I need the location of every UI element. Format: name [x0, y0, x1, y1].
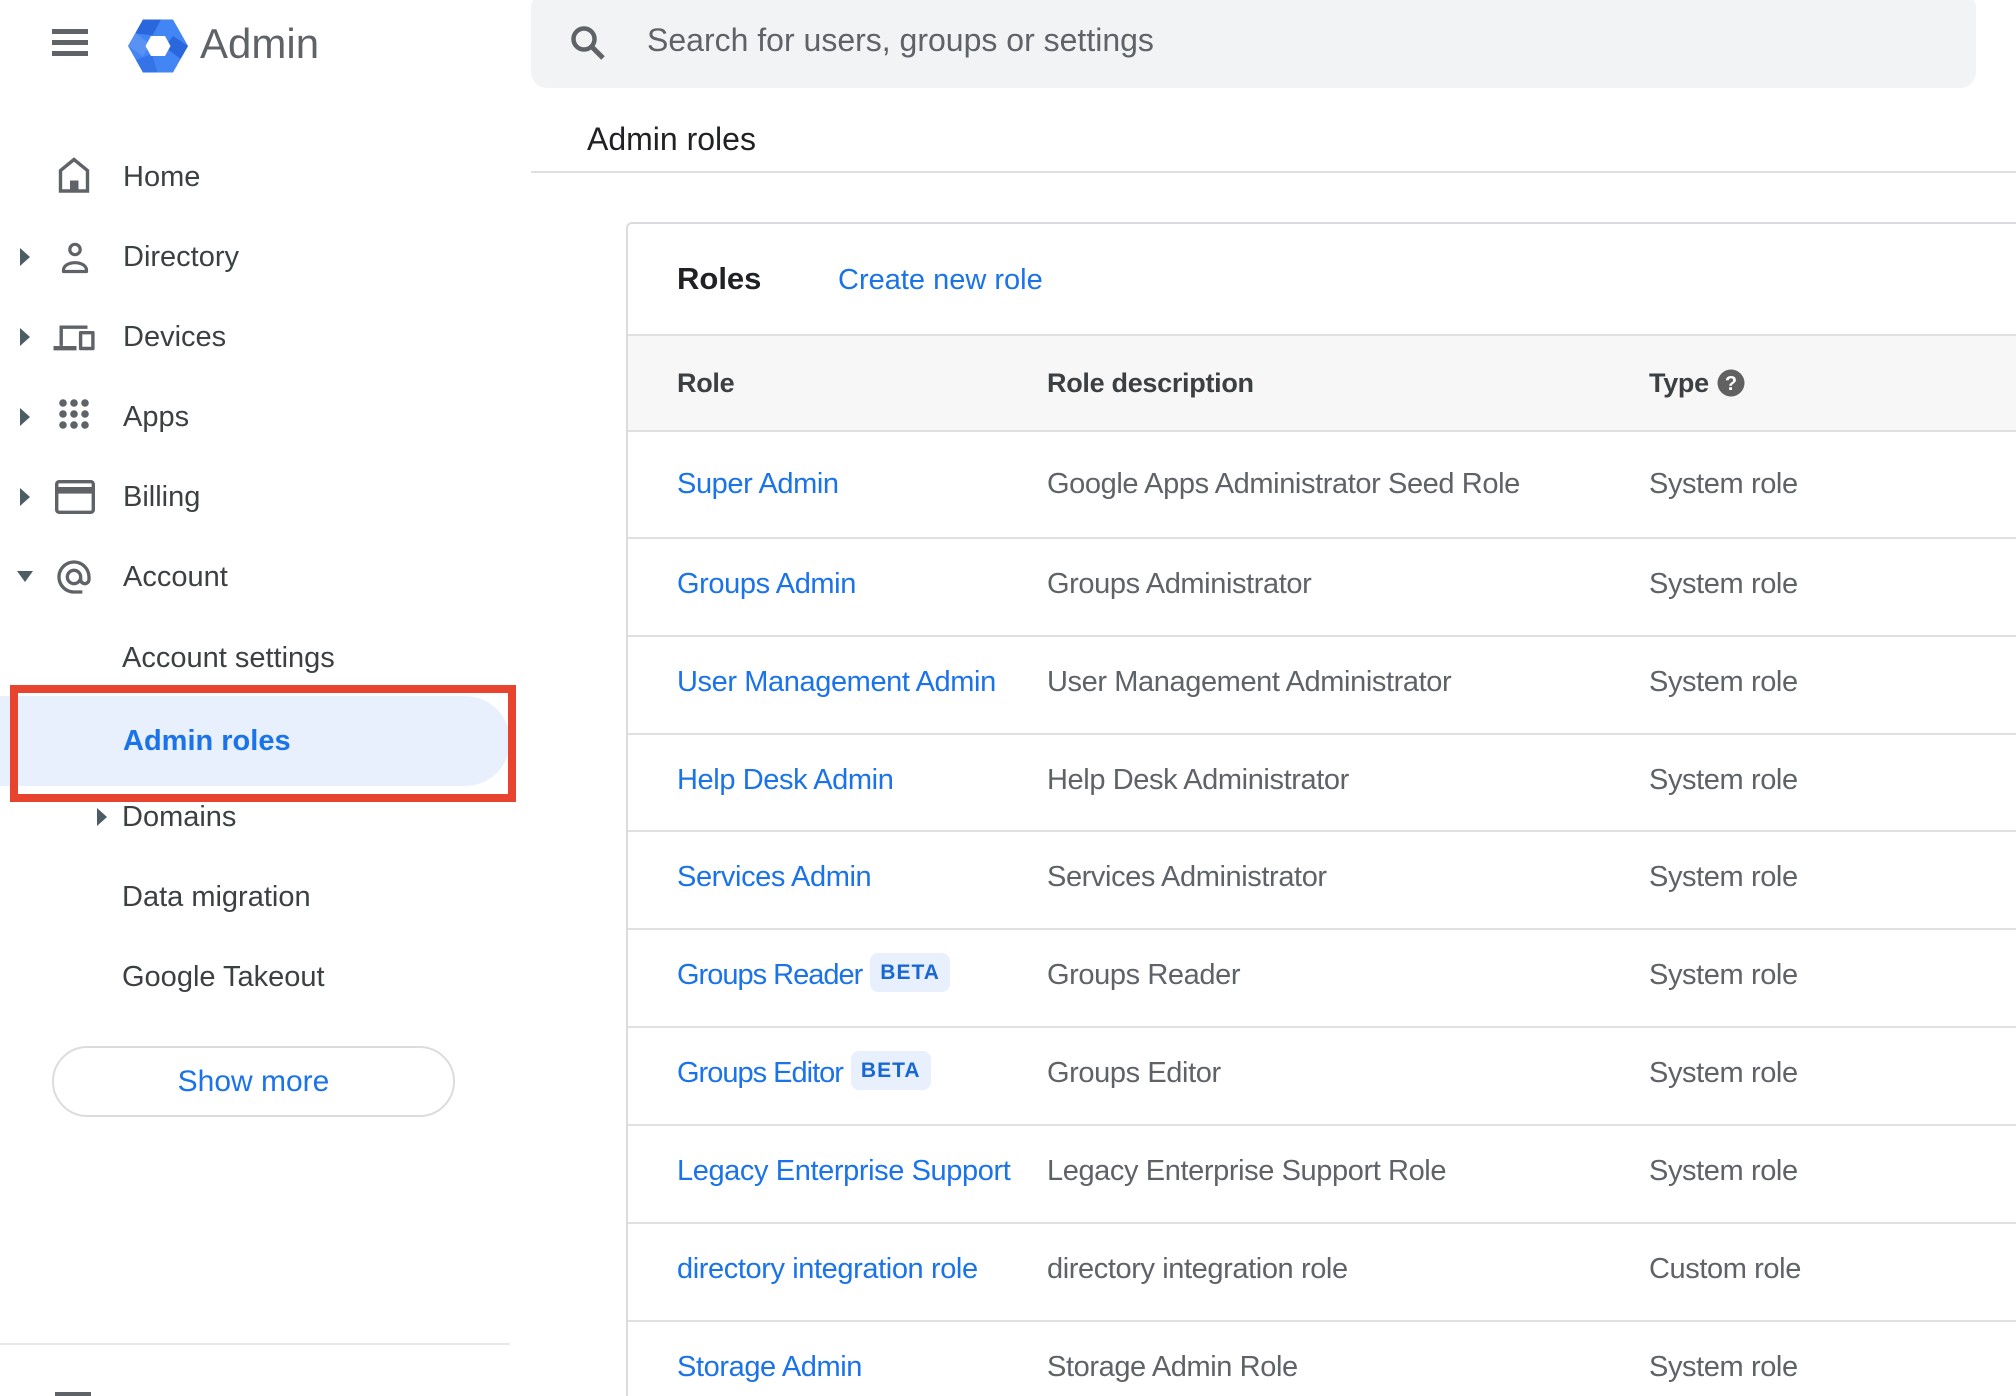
svg-text:?: ?	[1725, 373, 1737, 395]
